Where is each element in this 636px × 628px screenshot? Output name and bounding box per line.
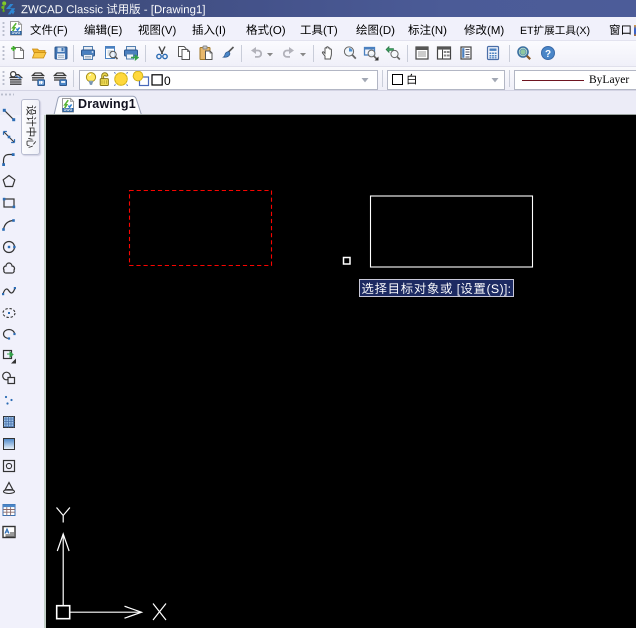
svg-text:?: ? (545, 49, 551, 60)
svg-text:DWG: DWG (64, 108, 73, 112)
